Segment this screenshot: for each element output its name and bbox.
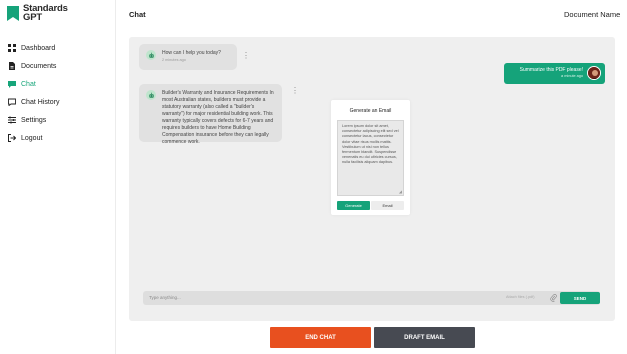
more-options-icon[interactable]: ⋮ [291,87,299,95]
sidebar-item-chat[interactable]: Chat [8,75,112,93]
message-input[interactable]: Type anything... [149,295,181,300]
email-body-textarea[interactable]: Lorem ipsum dolor sit amet, consectetur … [337,120,404,196]
message-text: Builder's Warranty and Insurance Require… [162,90,274,145]
user-avatar [587,66,601,80]
attach-files-label[interactable]: Attach files (.pdf) [506,295,535,299]
bot-message: Builder's Warranty and Insurance Require… [139,84,282,145]
email-button[interactable]: Email [371,201,404,210]
settings-icon [8,116,16,124]
user-photo-icon [588,67,600,79]
draft-email-button[interactable]: DRAFT EMAIL [374,327,475,348]
bot-avatar-icon [146,50,156,60]
chat-panel: How can I help you today? 2 minutes ago … [129,37,615,321]
message-time: 2 minutes ago [162,58,186,62]
sidebar-item-dashboard[interactable]: Dashboard [8,39,112,57]
message-text: How can I help you today? [162,50,221,56]
message-time: a minute ago [561,74,583,78]
document-name: Document Name [564,10,621,19]
sidebar-item-chat-history[interactable]: Chat History [8,93,112,111]
message-input-bar: Type anything... Attach files (.pdf) SEN… [143,291,600,305]
bot-avatar-icon [146,90,156,100]
chat-icon [8,80,16,88]
sidebar-item-documents[interactable]: Documents [8,57,112,75]
sidebar-item-logout[interactable]: Logout [8,129,112,147]
paperclip-icon[interactable] [550,294,557,302]
logout-icon [8,134,16,142]
send-button[interactable]: SEND [560,292,600,304]
more-options-icon[interactable]: ⋮ [242,52,250,60]
sidebar-item-label: Chat History [21,98,60,106]
message-text: Summarize this PDF please! [519,67,583,73]
email-body-text: Lorem ipsum dolor sit amet, consectetur … [342,124,399,165]
sidebar-item-label: Dashboard [21,44,56,52]
resize-handle-icon[interactable]: ◢ [399,190,402,194]
generate-button[interactable]: Generate [337,201,370,210]
sidebar-item-label: Chat [21,80,36,88]
sidebar-item-label: Logout [21,134,43,142]
bot-message: How can I help you today? 2 minutes ago [139,44,237,70]
generate-email-card: Generate an Email Lorem ipsum dolor sit … [331,100,410,215]
user-message: Summarize this PDF please! a minute ago [504,63,605,84]
logo-line-2: GPT [23,12,42,23]
chat-history-icon [8,98,16,106]
logo-text: Standards GPT [23,4,68,23]
sidebar: Standards GPT Dashboard Documents Chat C… [0,0,116,354]
sidebar-item-settings[interactable]: Settings [8,111,112,129]
sidebar-item-label: Documents [21,62,57,70]
sidebar-item-label: Settings [21,116,47,124]
document-icon [8,62,16,70]
app-logo[interactable]: Standards GPT [6,4,68,22]
grid-icon [8,44,16,52]
page-title: Chat [129,10,146,19]
email-card-title: Generate an Email [349,108,392,114]
sidebar-nav: Dashboard Documents Chat Chat History Se… [8,39,112,147]
end-chat-button[interactable]: END CHAT [270,327,371,348]
logo-mark-icon [7,5,19,21]
